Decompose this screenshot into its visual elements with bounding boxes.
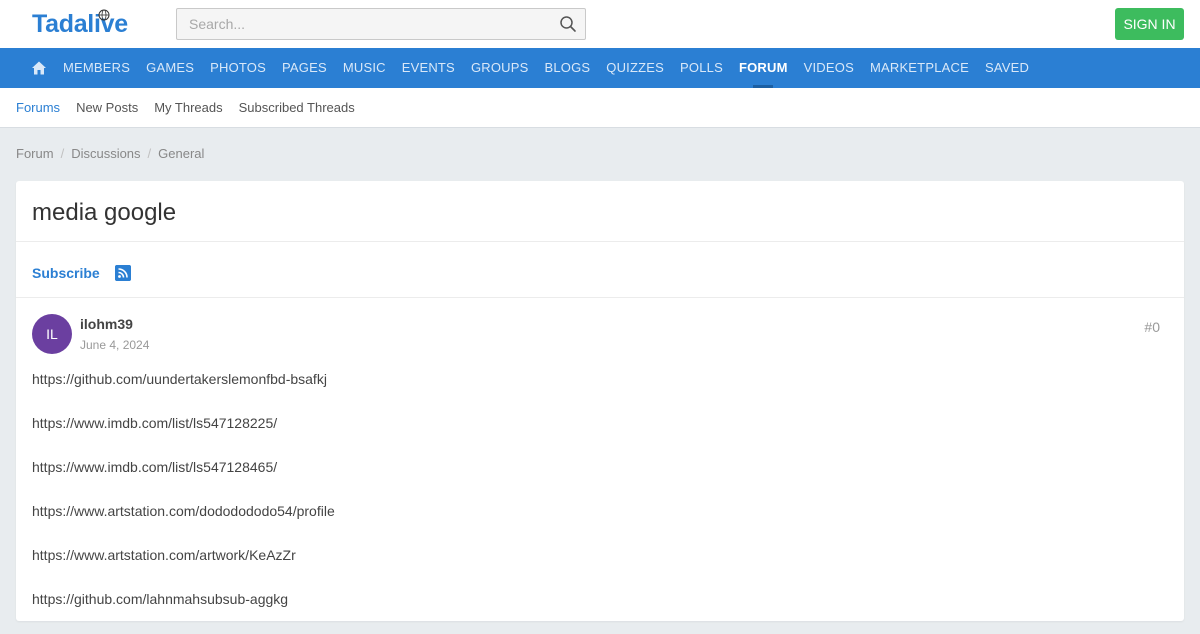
breadcrumb-item[interactable]: General — [158, 146, 204, 161]
breadcrumb-separator: / — [147, 146, 152, 161]
sign-in-button[interactable]: SIGN IN — [1115, 8, 1184, 40]
thread-title: media google — [32, 199, 177, 226]
nav-item-groups[interactable]: GROUPS — [463, 48, 537, 88]
logo-text: Tadalive — [32, 10, 128, 38]
breadcrumb: Forum / Discussions / General — [16, 146, 204, 161]
nav-item-marketplace[interactable]: MARKETPLACE — [862, 48, 977, 88]
subnav-item-my-threads[interactable]: My Threads — [146, 88, 230, 127]
nav-item-members[interactable]: MEMBERS — [55, 48, 138, 88]
search-icon[interactable] — [559, 15, 577, 33]
post-link[interactable]: https://www.artstation.com/dododododo54/… — [32, 502, 1162, 520]
post-body: https://github.com/uundertakerslemonfbd-… — [32, 370, 1162, 634]
rss-icon[interactable] — [115, 265, 131, 281]
post-date: June 4, 2024 — [80, 338, 150, 352]
subnav-item-subscribed-threads[interactable]: Subscribed Threads — [231, 88, 363, 127]
nav-item-events[interactable]: EVENTS — [394, 48, 463, 88]
main-nav: MEMBERS GAMES PHOTOS PAGES MUSIC EVENTS GROUPS… — [0, 48, 1200, 88]
nav-item-pages[interactable]: PAGES — [274, 48, 335, 88]
divider — [16, 241, 1184, 242]
breadcrumb-item[interactable]: Discussions — [71, 146, 140, 161]
nav-item-blogs[interactable]: BLOGS — [536, 48, 598, 88]
subnav-item-forums[interactable]: Forums — [8, 88, 68, 127]
globe-icon — [98, 9, 110, 21]
post-link[interactable]: https://github.com/uundertakerslemonfbd-… — [32, 370, 1162, 388]
top-header: Tadalive SIGN IN — [0, 0, 1200, 48]
post-author[interactable]: ilohm39 — [80, 316, 133, 332]
nav-item-polls[interactable]: POLLS — [672, 48, 731, 88]
nav-item-music[interactable]: MUSIC — [335, 48, 394, 88]
post-link[interactable]: https://www.artstation.com/artwork/KeAzZ… — [32, 546, 1162, 564]
breadcrumb-item[interactable]: Forum — [16, 146, 54, 161]
search-input[interactable] — [177, 9, 547, 39]
nav-item-games[interactable]: GAMES — [138, 48, 202, 88]
home-icon[interactable] — [31, 60, 47, 76]
subnav-item-new-posts[interactable]: New Posts — [68, 88, 146, 127]
avatar[interactable]: IL — [32, 314, 72, 354]
nav-item-saved[interactable]: SAVED — [977, 48, 1037, 88]
nav-items: MEMBERS GAMES PHOTOS PAGES MUSIC EVENTS GROUPS… — [55, 48, 1037, 88]
search-box — [176, 8, 586, 40]
post-link[interactable]: https://github.com/lahnmahsubsub-aggkg — [32, 590, 1162, 608]
nav-item-photos[interactable]: PHOTOS — [202, 48, 274, 88]
post-number[interactable]: #0 — [1144, 319, 1160, 335]
nav-item-quizzes[interactable]: QUIZZES — [598, 48, 672, 88]
nav-item-forum[interactable]: FORUM — [731, 48, 796, 88]
thread-card: media google Subscribe IL ilohm39 June 4… — [16, 181, 1184, 621]
post-link[interactable]: https://www.imdb.com/list/ls547128225/ — [32, 414, 1162, 432]
nav-item-videos[interactable]: VIDEOS — [796, 48, 862, 88]
divider — [16, 297, 1184, 298]
site-logo[interactable]: Tadalive — [32, 9, 128, 39]
forum-subnav: Forums New Posts My Threads Subscribed Thre… — [0, 88, 1200, 128]
post-link[interactable]: https://www.imdb.com/list/ls547128465/ — [32, 458, 1162, 476]
breadcrumb-separator: / — [60, 146, 65, 161]
subscribe-link[interactable]: Subscribe — [32, 265, 100, 281]
